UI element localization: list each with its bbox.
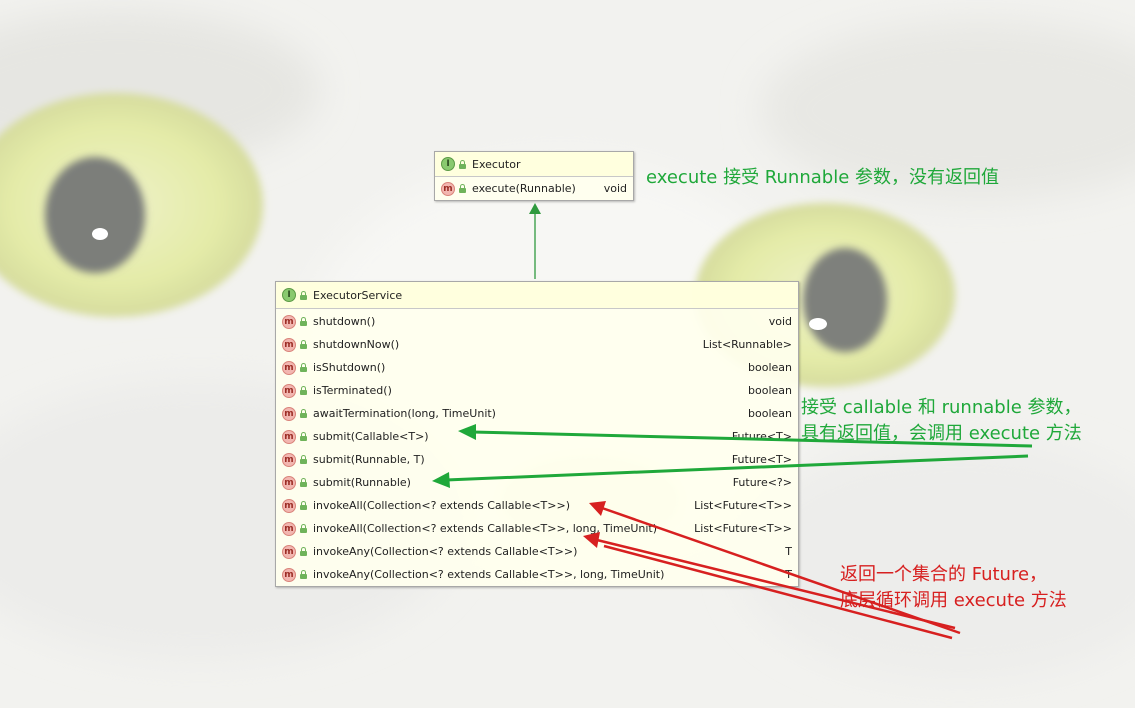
- method-icon: m: [282, 360, 296, 375]
- method-icon: m: [282, 429, 296, 444]
- method-return-type: boolean: [748, 384, 792, 397]
- public-lock-icon: [299, 501, 308, 510]
- execute-annotation-text: execute 接受 Runnable 参数，没有返回值: [646, 167, 999, 188]
- public-lock-icon: [458, 159, 467, 169]
- invoke-annotation: 返回一个集合的 Future， 底层循环调用 execute 方法: [840, 562, 1067, 614]
- public-lock-icon: [299, 478, 308, 487]
- method-icon: m: [282, 498, 296, 513]
- executor-service-class-box[interactable]: I ExecutorService m shutdown() void m sh…: [275, 281, 799, 587]
- method-name: shutdown(): [313, 315, 376, 328]
- method-row-submit-runnable-t[interactable]: m submit(Runnable, T) Future<T>: [276, 448, 798, 471]
- method-return-type: Future<T>: [731, 453, 792, 466]
- method-row-invokeAll-timeout[interactable]: m invokeAll(Collection<? extends Callabl…: [276, 517, 798, 540]
- executor-class-title: Executor: [472, 157, 521, 171]
- method-row-invokeAny-timeout[interactable]: m invokeAny(Collection<? extends Callabl…: [276, 563, 798, 586]
- public-lock-icon: [299, 570, 308, 579]
- method-name: invokeAll(Collection<? extends Callable<…: [313, 522, 658, 535]
- method-return-type: T: [785, 568, 792, 581]
- public-lock-icon: [299, 524, 308, 533]
- method-icon: m: [282, 544, 296, 559]
- method-return-type: void: [603, 182, 627, 195]
- public-lock-icon: [299, 547, 308, 556]
- method-row-invokeAny[interactable]: m invokeAny(Collection<? extends Callabl…: [276, 540, 798, 563]
- public-lock-icon: [458, 184, 467, 193]
- method-name: execute(Runnable): [472, 182, 576, 195]
- method-name: isTerminated(): [313, 384, 392, 397]
- method-return-type: List<Future<T>>: [694, 499, 792, 512]
- method-name: submit(Runnable): [313, 476, 411, 489]
- method-return-type: boolean: [748, 361, 792, 374]
- method-name: awaitTermination(long, TimeUnit): [313, 407, 496, 420]
- method-icon: m: [282, 406, 296, 421]
- method-row-shutdownNow[interactable]: m shutdownNow() List<Runnable>: [276, 333, 798, 356]
- method-name: shutdownNow(): [313, 338, 400, 351]
- public-lock-icon: [299, 409, 308, 418]
- executor-class-header: I Executor: [435, 152, 633, 177]
- method-return-type: Future<?>: [732, 476, 792, 489]
- executor-method-row[interactable]: m execute(Runnable) void: [435, 177, 633, 200]
- method-return-type: T: [785, 545, 792, 558]
- interface-icon: I: [441, 157, 455, 171]
- method-name: invokeAny(Collection<? extends Callable<…: [313, 545, 578, 558]
- method-return-type: List<Runnable>: [702, 338, 792, 351]
- public-lock-icon: [299, 455, 308, 464]
- executor-class-box[interactable]: I Executor m execute(Runnable) void: [434, 151, 634, 201]
- public-lock-icon: [299, 363, 308, 372]
- invoke-annotation-line2: 底层循环调用 execute 方法: [840, 590, 1067, 611]
- method-row-isTerminated[interactable]: m isTerminated() boolean: [276, 379, 798, 402]
- method-icon: m: [282, 314, 296, 329]
- submit-annotation-line2: 具有返回值，会调用 execute 方法: [801, 423, 1082, 444]
- method-row-shutdown[interactable]: m shutdown() void: [276, 310, 798, 333]
- method-row-submit-runnable[interactable]: m submit(Runnable) Future<?>: [276, 471, 798, 494]
- method-icon: m: [282, 452, 296, 467]
- public-lock-icon: [299, 386, 308, 395]
- public-lock-icon: [299, 290, 308, 300]
- execute-annotation: execute 接受 Runnable 参数，没有返回值: [646, 165, 999, 191]
- executor-service-class-header: I ExecutorService: [276, 282, 798, 309]
- method-return-type: Future<T>: [731, 430, 792, 443]
- submit-annotation-line1: 接受 callable 和 runnable 参数，: [801, 397, 1082, 418]
- method-row-awaitTermination[interactable]: m awaitTermination(long, TimeUnit) boole…: [276, 402, 798, 425]
- method-icon: m: [282, 383, 296, 398]
- method-name: invokeAny(Collection<? extends Callable<…: [313, 568, 665, 581]
- method-row-invokeAll[interactable]: m invokeAll(Collection<? extends Callabl…: [276, 494, 798, 517]
- method-icon: m: [441, 181, 455, 196]
- method-name: invokeAll(Collection<? extends Callable<…: [313, 499, 570, 512]
- public-lock-icon: [299, 340, 308, 349]
- invoke-annotation-line1: 返回一个集合的 Future，: [840, 564, 1048, 585]
- method-row-isShutdown[interactable]: m isShutdown() boolean: [276, 356, 798, 379]
- method-icon: m: [282, 521, 296, 536]
- method-icon: m: [282, 567, 296, 582]
- method-row-submit-callable[interactable]: m submit(Callable<T>) Future<T>: [276, 425, 798, 448]
- public-lock-icon: [299, 317, 308, 326]
- method-icon: m: [282, 337, 296, 352]
- method-return-type: void: [768, 315, 792, 328]
- method-name: isShutdown(): [313, 361, 386, 374]
- executor-service-class-title: ExecutorService: [313, 288, 403, 302]
- method-return-type: List<Future<T>>: [694, 522, 792, 535]
- submit-annotation: 接受 callable 和 runnable 参数， 具有返回值，会调用 exe…: [801, 395, 1082, 447]
- method-return-type: boolean: [748, 407, 792, 420]
- method-icon: m: [282, 475, 296, 490]
- interface-icon: I: [282, 288, 296, 302]
- method-name: submit(Callable<T>): [313, 430, 429, 443]
- public-lock-icon: [299, 432, 308, 441]
- method-name: submit(Runnable, T): [313, 453, 425, 466]
